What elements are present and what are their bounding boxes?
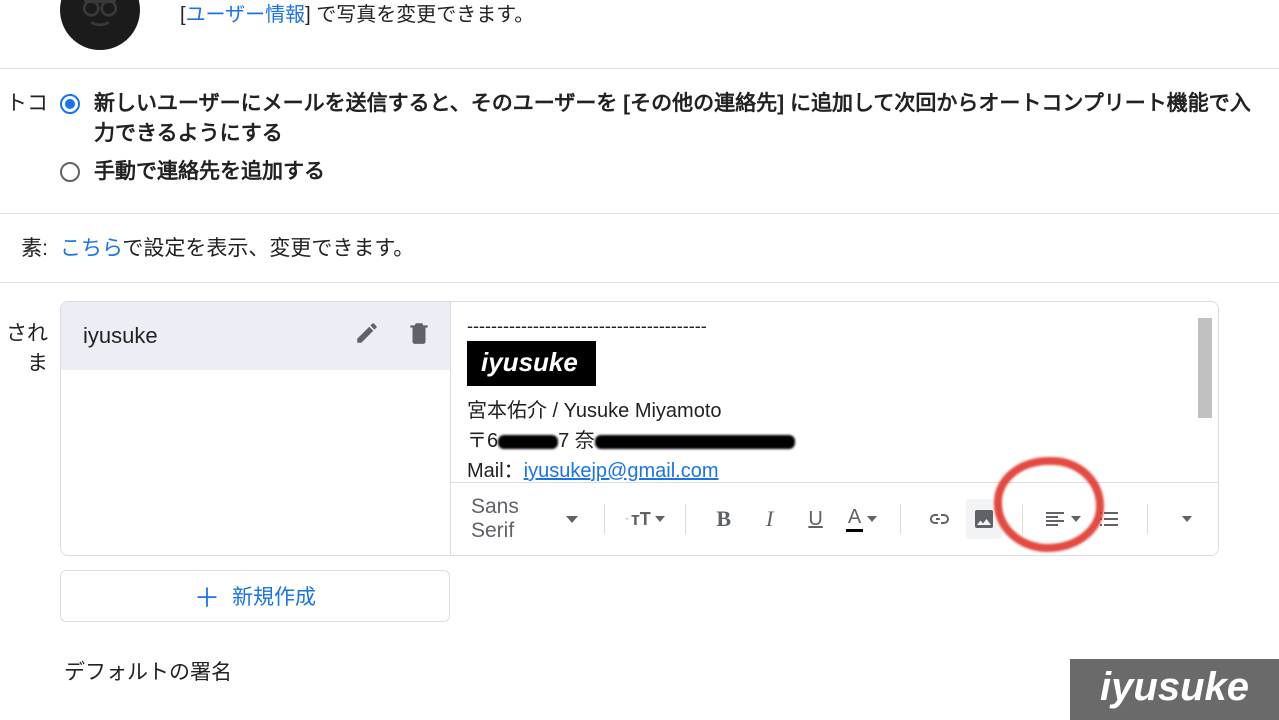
signature-address: 〒67 奈 bbox=[467, 426, 1202, 456]
link-button[interactable] bbox=[920, 499, 956, 539]
more-formatting-button[interactable] bbox=[1168, 499, 1204, 539]
underline-button[interactable]: U bbox=[798, 499, 834, 539]
chevron-down-icon bbox=[655, 516, 665, 522]
section-label-contacts: トコ bbox=[0, 89, 60, 119]
signature-toolbar: Sans Serif тT тT B I U bbox=[451, 482, 1218, 555]
plus-icon: ＋ bbox=[194, 578, 220, 615]
italic-button[interactable]: I bbox=[752, 499, 788, 539]
chevron-down-icon bbox=[867, 516, 877, 522]
scrollbar[interactable] bbox=[1198, 318, 1212, 418]
radio-icon bbox=[60, 162, 80, 182]
signature-email-link[interactable]: iyusukejp@gmail.com bbox=[524, 460, 719, 482]
align-button[interactable] bbox=[1043, 499, 1081, 539]
edit-icon[interactable] bbox=[354, 320, 380, 352]
signature-mail-line: Mail：iyusukejp@gmail.com bbox=[467, 456, 1202, 482]
avatar-change-text: [ユーザー情報] で写真を変更できます。 bbox=[180, 0, 534, 27]
signature-logo: iyusuke bbox=[467, 341, 596, 386]
radio-manual-add-contacts[interactable]: 手動で連絡先を追加する bbox=[60, 157, 1259, 187]
section-label-settings: 素: bbox=[0, 234, 60, 264]
font-size-button[interactable]: тT тT bbox=[625, 499, 665, 539]
avatar-face-icon bbox=[72, 0, 128, 38]
svg-text:тT: тT bbox=[625, 517, 628, 521]
avatar bbox=[60, 0, 140, 50]
signature-list: iyusuke bbox=[61, 302, 451, 555]
text-color-button[interactable]: A bbox=[844, 499, 880, 539]
radio-auto-add-contacts[interactable]: 新しいユーザーにメールを送信すると、そのユーザーを [その他の連絡先] に追加し… bbox=[60, 89, 1259, 149]
new-signature-button[interactable]: ＋ 新規作成 bbox=[60, 570, 450, 622]
signature-item[interactable]: iyusuke bbox=[61, 302, 450, 370]
bold-button[interactable]: B bbox=[706, 499, 742, 539]
radio-icon bbox=[60, 94, 80, 114]
user-info-link[interactable]: ユーザー情報 bbox=[186, 4, 306, 26]
section-label-signature: されま bbox=[0, 283, 60, 379]
settings-link[interactable]: こちら bbox=[60, 237, 122, 260]
watermark: iyusuke bbox=[1070, 659, 1279, 720]
font-family-dropdown[interactable]: Sans Serif bbox=[465, 495, 584, 543]
numbered-list-button[interactable] bbox=[1091, 499, 1127, 539]
insert-image-button[interactable] bbox=[966, 499, 1002, 539]
signature-divider-text: ---------------------------------------- bbox=[467, 316, 1202, 337]
signature-realname: 宮本佑介 / Yusuke Miyamoto bbox=[467, 396, 1202, 426]
chevron-down-icon bbox=[1182, 516, 1192, 522]
chevron-down-icon bbox=[566, 516, 578, 523]
delete-icon[interactable] bbox=[406, 320, 432, 352]
signature-item-name: iyusuke bbox=[83, 323, 158, 349]
settings-text-rest: で設定を表示、変更できます。 bbox=[122, 237, 414, 260]
signature-editor[interactable]: ----------------------------------------… bbox=[451, 302, 1218, 482]
chevron-down-icon bbox=[1071, 516, 1081, 522]
